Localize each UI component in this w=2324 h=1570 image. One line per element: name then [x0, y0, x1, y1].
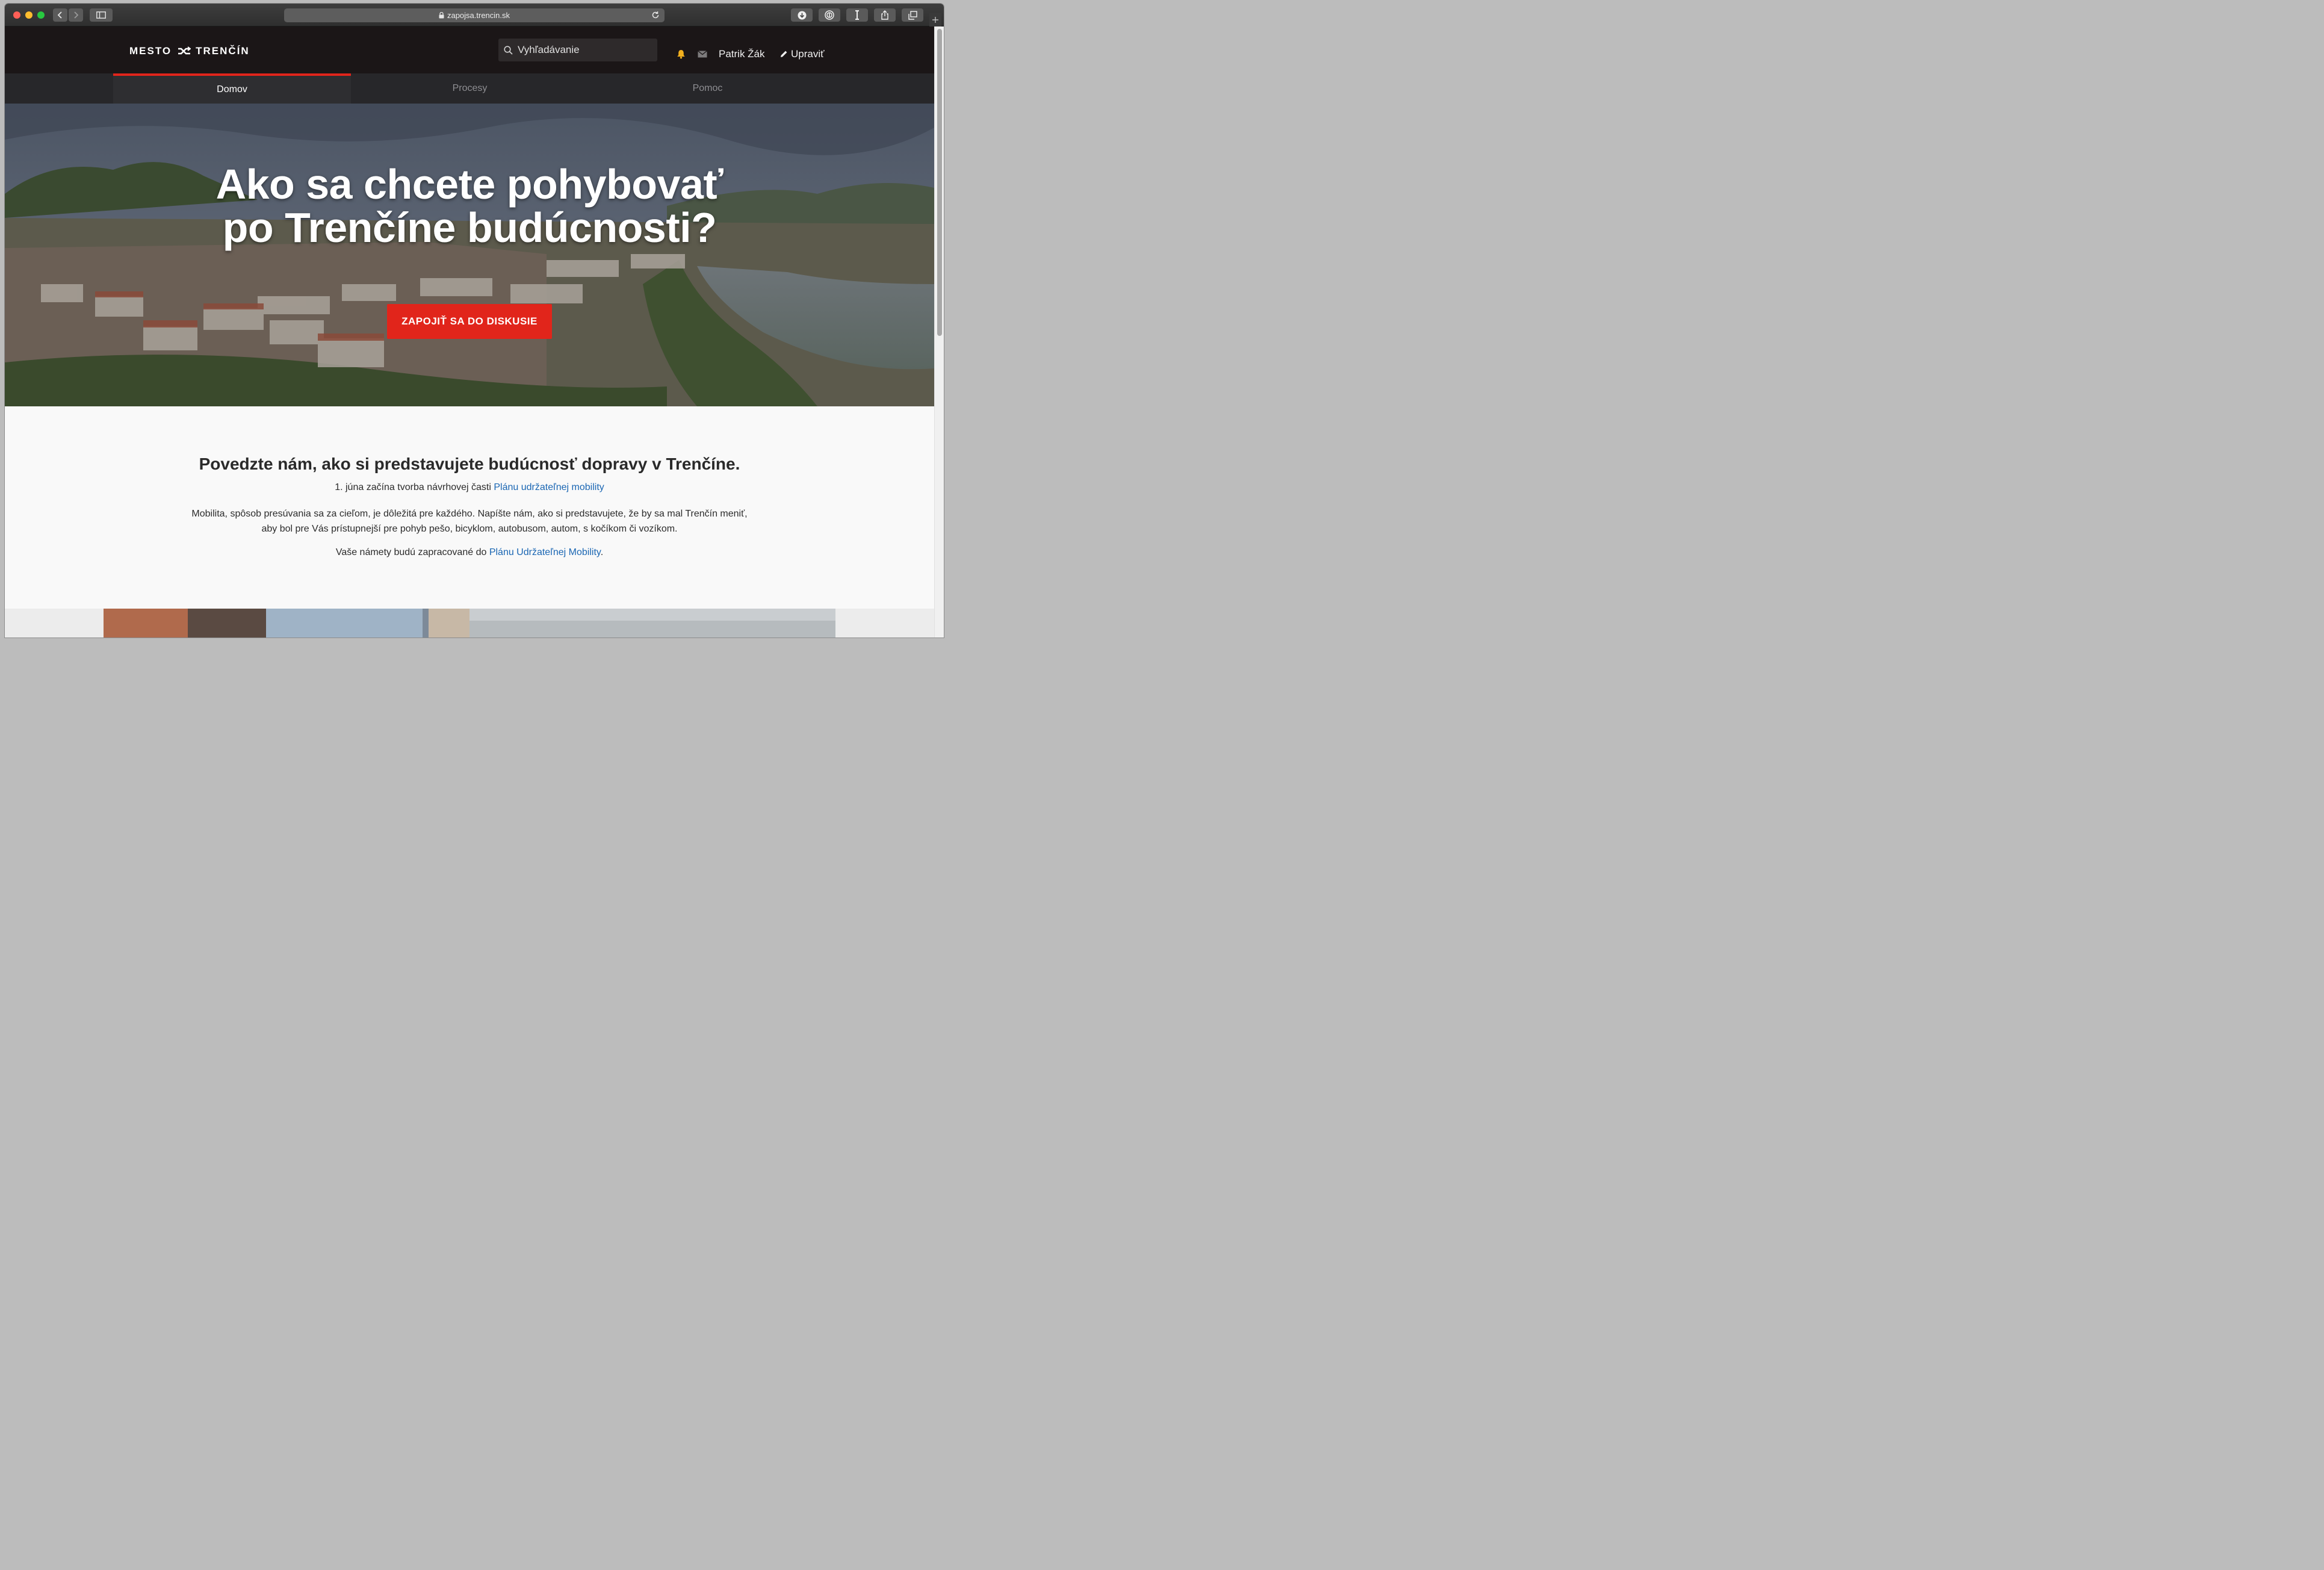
- share-button[interactable]: [874, 8, 896, 22]
- sustainable-mobility-plan-link[interactable]: Plánu Udržateľnej Mobility: [489, 547, 601, 557]
- hero-title-line1: Ako sa chcete pohybovať: [215, 161, 724, 208]
- edit-label: Upraviť: [791, 48, 825, 60]
- share-icon: [881, 10, 888, 20]
- tabs-overview-button[interactable]: [902, 8, 923, 22]
- intro-line-1-text: 1. júna začína tvorba návrhovej časti: [335, 482, 494, 492]
- tab-pomoc[interactable]: Pomoc: [589, 73, 826, 104]
- text-cursor-icon: [855, 10, 859, 20]
- new-tab-button[interactable]: [929, 13, 941, 26]
- city-aerial-photo: [5, 104, 934, 406]
- minimize-window-button[interactable]: [25, 11, 33, 19]
- address-bar[interactable]: zapojsa.trencin.sk: [284, 8, 665, 22]
- pencil-icon: [781, 51, 787, 57]
- sidebar-toggle-button[interactable]: [90, 8, 113, 22]
- password-manager-button[interactable]: [819, 8, 840, 22]
- site-header: MESTO TRENČÍN Patrik Žák Upraviť: [5, 26, 934, 73]
- back-button[interactable]: [53, 8, 67, 22]
- user-name-link[interactable]: Patrik Žák: [719, 48, 765, 60]
- site-logo[interactable]: MESTO TRENČÍN: [129, 45, 250, 57]
- tabs-icon: [908, 10, 917, 20]
- card-image-people[interactable]: [104, 609, 469, 638]
- close-window-button[interactable]: [13, 11, 20, 19]
- zoom-window-button[interactable]: [37, 11, 45, 19]
- cards-strip: [5, 609, 934, 638]
- intro-line-3-text: Vaše námety budú zapracované do: [335, 547, 489, 557]
- lock-icon: [439, 12, 444, 19]
- page-scrollbar[interactable]: [934, 26, 944, 638]
- tab-procesy[interactable]: Procesy: [351, 73, 589, 104]
- scrollbar-thumb[interactable]: [937, 29, 942, 336]
- hero-title: Ako sa chcete pohybovať po Trenčíne budú…: [5, 163, 934, 249]
- forward-button[interactable]: [69, 8, 83, 22]
- logo-text-left: MESTO: [129, 45, 172, 57]
- intro-heading: Povedzte nám, ako si predstavujete budúc…: [199, 455, 740, 473]
- messages-envelope-icon[interactable]: [698, 51, 707, 58]
- browser-toolbar: zapojsa.trencin.sk: [5, 4, 944, 26]
- search-icon: [504, 45, 513, 55]
- plus-icon: [932, 17, 938, 23]
- download-icon: [798, 11, 806, 19]
- intro-line-3-end: .: [600, 547, 604, 557]
- search-input[interactable]: [518, 44, 650, 56]
- chevron-right-icon: [74, 11, 79, 19]
- tab-domov[interactable]: Domov: [113, 73, 351, 104]
- mobility-plan-link[interactable]: Plánu udržateľnej mobility: [494, 482, 604, 492]
- chevron-left-icon: [57, 11, 62, 19]
- reload-icon[interactable]: [651, 11, 660, 19]
- edit-page-button[interactable]: Upraviť: [779, 48, 825, 60]
- address-url: zapojsa.trencin.sk: [447, 11, 510, 20]
- main-nav-tabs: Domov Procesy Pomoc: [5, 73, 934, 104]
- card-image-street[interactable]: [469, 609, 835, 638]
- sidebar-icon: [96, 11, 106, 19]
- city-emblem-icon: [178, 46, 191, 55]
- downloads-button[interactable]: [791, 8, 813, 22]
- reader-extension-button[interactable]: [846, 8, 868, 22]
- notifications-bell-icon[interactable]: [677, 49, 686, 59]
- intro-section: Povedzte nám, ako si predstavujete budúc…: [5, 406, 934, 611]
- hero-title-line2: po Trenčíne budúcnosti?: [222, 204, 717, 251]
- intro-line-1: 1. júna začína tvorba návrhovej časti Pl…: [5, 482, 934, 493]
- hero-banner: Ako sa chcete pohybovať po Trenčíne budú…: [5, 104, 934, 406]
- browser-window: zapojsa.trencin.sk MESTO TRENČÍN Vyhľadá…: [5, 4, 944, 638]
- intro-line-3: Vaše námety budú zapracované do Plánu Ud…: [5, 547, 934, 558]
- password-manager-icon: [825, 10, 834, 20]
- logo-text-right: TRENČÍN: [196, 45, 250, 57]
- search-box[interactable]: [498, 39, 657, 61]
- intro-paragraph: Mobilita, spôsob presúvania sa za cieľom…: [191, 509, 748, 534]
- join-discussion-button[interactable]: ZAPOJIŤ SA DO DISKUSIE: [387, 304, 552, 339]
